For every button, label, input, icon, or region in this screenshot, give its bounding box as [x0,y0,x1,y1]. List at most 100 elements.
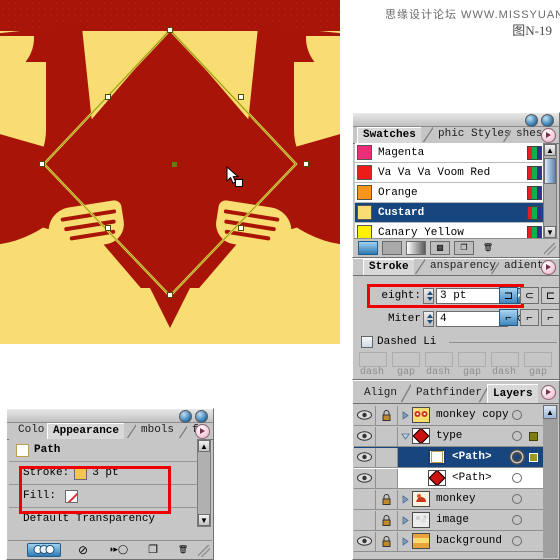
clear-appearance-icon[interactable]: ⊘ [73,543,93,557]
scrollbar-thumb[interactable] [544,158,556,184]
panel-menu-icon[interactable] [541,260,556,275]
panel-menu-icon[interactable] [541,385,556,400]
show-all-swatches-icon[interactable] [358,240,378,255]
swatch-color-chip[interactable] [357,205,372,220]
dashed-line-checkbox[interactable] [361,336,373,348]
visibility-slot[interactable] [354,510,376,530]
swatches-scrollbar[interactable]: ▲ ▼ [543,143,557,239]
show-pattern-swatches-icon[interactable]: ▩ [430,240,450,255]
miter-join-button[interactable]: ⌐ [499,309,518,326]
round-join-button[interactable]: ⌐ [520,309,539,326]
appearance-list[interactable]: Path Stroke: 3 pt Fill: Default Transpar… [9,439,197,527]
swatch-color-chip[interactable] [357,225,372,239]
swatches-titlebar[interactable] [353,113,559,127]
layers-scrollbar[interactable]: ▲ [543,405,558,558]
scroll-down-icon[interactable]: ▼ [198,514,210,526]
lock-slot[interactable] [376,447,398,467]
tab-swatches[interactable]: Swatches [357,127,421,143]
swatch-color-chip[interactable] [357,185,372,200]
target-circle-icon[interactable] [512,473,522,483]
appearance-panel[interactable]: Colo Appearance mbols fo Path Stroke: 3 … [6,408,214,560]
visibility-eye-icon[interactable] [354,447,376,467]
minimize-icon[interactable] [525,114,538,127]
lock-icon[interactable] [376,531,398,551]
lock-slot[interactable] [376,426,398,446]
close-icon[interactable] [541,114,554,127]
table-row[interactable]: monkey copy [354,405,544,426]
list-item[interactable]: Canary Yellow [355,223,545,239]
swatch-color-chip[interactable] [357,145,372,160]
tab-transparency[interactable]: ansparency [425,259,502,274]
anchor-point[interactable] [105,94,111,100]
layer-name[interactable]: monkey copy [436,409,509,421]
target-circle-icon[interactable] [512,536,522,546]
tab-stroke[interactable]: Stroke [363,259,414,275]
table-row[interactable]: type [354,426,544,447]
table-row[interactable]: <Path> [354,447,544,468]
show-gradient-swatches-icon[interactable] [406,240,426,255]
lock-icon[interactable] [376,489,398,509]
panel-menu-icon[interactable] [541,128,556,143]
layer-name[interactable]: type [436,430,462,442]
anchor-point[interactable] [105,225,111,231]
layer-name[interactable]: <Path> [452,472,492,484]
list-item[interactable]: Orange [355,183,545,203]
stroke-panel[interactable]: Stroke ansparency adient eight: 3 pt Mit… [352,258,560,380]
tab-color[interactable]: Colo [13,423,50,438]
scroll-up-icon[interactable]: ▲ [544,144,556,156]
swatches-footer[interactable]: ▩ ❐ 🗑 [354,238,558,256]
anchor-point[interactable] [167,27,173,33]
target-circle-icon[interactable] [512,431,522,441]
layer-name[interactable]: <Path> [452,451,492,463]
anchor-point[interactable] [238,225,244,231]
tab-layers[interactable]: Layers [487,384,538,403]
reduce-to-basic-appearance-icon[interactable]: ◑▸◯ [103,543,133,557]
appearance-scrollbar[interactable]: ▲ ▼ [197,439,211,527]
miter-stepper[interactable] [423,311,434,327]
round-cap-button[interactable]: ⊂ [520,287,539,304]
tab-symbols[interactable]: mbols [136,423,180,438]
list-item[interactable]: Magenta [355,143,545,163]
appearance-titlebar[interactable] [7,409,213,423]
lock-slot[interactable] [376,468,398,488]
miter-input[interactable]: 4 [436,311,508,327]
delete-item-icon[interactable]: 🗑 [173,543,193,557]
table-row[interactable]: background [354,531,544,552]
scroll-up-icon[interactable]: ▲ [198,440,210,452]
tab-appearance[interactable]: Appearance [47,423,125,439]
visibility-eye-icon[interactable] [354,426,376,446]
tab-pathfinder[interactable]: Pathfinder [411,384,488,402]
visibility-eye-icon[interactable] [354,468,376,488]
stroke-color-chip[interactable] [74,466,88,480]
target-circle-icon[interactable] [512,410,522,420]
scroll-down-icon[interactable]: ▼ [544,226,556,238]
list-item[interactable]: Custard [355,203,545,223]
lock-icon[interactable] [376,510,398,530]
table-row[interactable]: <Path> [354,468,544,489]
layers-list[interactable]: monkey copy type <Path> <Path> monkey im… [354,405,544,559]
layer-name[interactable]: background [436,535,502,547]
table-row[interactable]: monkey [354,489,544,510]
appearance-tabstrip[interactable]: Colo Appearance mbols fo [7,423,213,440]
target-circle-icon[interactable] [512,494,522,504]
visibility-slot[interactable] [354,489,376,509]
target-circle-icon[interactable] [512,515,522,525]
layers-tabstrip[interactable]: Align Pathfinder Layers [353,381,559,404]
bevel-join-button[interactable]: ⌐ [541,309,560,326]
duplicate-item-icon[interactable]: ❐ [143,543,163,557]
collapse-triangle-icon[interactable] [398,433,412,440]
anchor-point[interactable] [167,292,173,298]
resize-grip[interactable] [544,243,556,255]
lock-icon[interactable] [376,405,398,425]
list-item[interactable]: Path [9,439,197,462]
swatches-list[interactable]: Magenta Va Va Va Voom Red Orange Custard… [355,143,545,239]
delete-swatch-icon[interactable]: 🗑 [478,241,498,255]
anchor-point[interactable] [238,94,244,100]
tab-align[interactable]: Align [359,384,403,402]
stroke-tabstrip[interactable]: Stroke ansparency adient [353,259,559,276]
expand-triangle-icon[interactable] [398,494,412,504]
resize-grip[interactable] [198,545,210,557]
expand-triangle-icon[interactable] [398,410,412,420]
fill-none-chip[interactable] [65,489,79,503]
expand-triangle-icon[interactable] [398,515,412,525]
